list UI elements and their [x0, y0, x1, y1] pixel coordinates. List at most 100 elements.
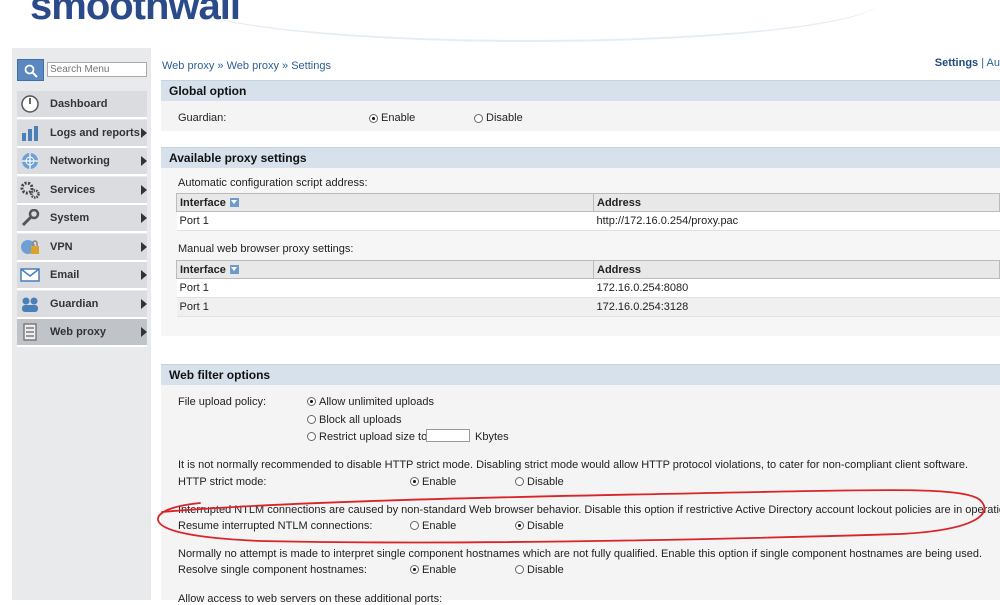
- cell-address: http://172.16.0.254/proxy.pac: [593, 211, 1000, 231]
- nav-item-networking[interactable]: Networking: [17, 148, 147, 176]
- services-icon: [20, 181, 40, 199]
- chevron-right-icon: [141, 185, 147, 195]
- guardian-enable-radio[interactable]: [369, 114, 378, 123]
- breadcrumb[interactable]: Web proxy » Web proxy » Settings: [162, 60, 331, 72]
- section-title: Web filter options: [169, 368, 271, 382]
- section-title: Global option: [169, 84, 247, 98]
- guardian-enable-label: Enable: [381, 112, 416, 124]
- cell-interface: Port 1: [176, 211, 594, 231]
- single-hostname-note: Normally no attempt is made to interpret…: [178, 548, 983, 560]
- nav-item-logs[interactable]: Logs and reports: [17, 120, 147, 148]
- strict-enable-label: Enable: [422, 476, 457, 488]
- manual-proxy-label: Manual web browser proxy settings:: [178, 243, 354, 255]
- upload-allow-radio[interactable]: [307, 397, 316, 406]
- sort-icon: [229, 198, 239, 208]
- guardian-disable-label: Disable: [486, 112, 523, 124]
- guardian-icon: [22, 297, 38, 312]
- ntlm-disable-label: Disable: [527, 520, 564, 532]
- upload-size-input[interactable]: [426, 429, 470, 442]
- cell-address: 172.16.0.254:8080: [593, 278, 1000, 298]
- nav-item-email[interactable]: Email: [17, 262, 147, 290]
- email-icon: [20, 268, 40, 282]
- chevron-right-icon: [141, 213, 147, 223]
- strict-enable-radio[interactable]: [410, 477, 419, 486]
- logs-icon: [22, 126, 38, 141]
- upload-block-label: Block all uploads: [319, 414, 402, 426]
- strict-disable-radio[interactable]: [515, 477, 524, 486]
- manual-proxy-table: Interface Address Port 1 172.16.0.254:80…: [176, 260, 1000, 317]
- ntlm-disable-radio[interactable]: [515, 521, 524, 530]
- nav-label: Logs and reports: [50, 127, 140, 139]
- nav-label: VPN: [50, 241, 73, 253]
- auto-config-label: Automatic configuration script address:: [178, 177, 368, 189]
- page-tabs: Settings | Au: [935, 57, 1000, 69]
- cell-address: 172.16.0.254:3128: [593, 297, 1000, 317]
- guardian-label: Guardian:: [178, 112, 227, 124]
- strict-disable-label: Disable: [527, 476, 564, 488]
- chevron-right-icon: [141, 242, 147, 252]
- section-body-global: [161, 101, 1000, 131]
- table-row: Port 1 http://172.16.0.254/proxy.pac: [176, 211, 1000, 231]
- nav-label: Networking: [50, 155, 110, 167]
- single-hostname-label: Resolve single component hostnames:: [178, 564, 367, 576]
- col-interface[interactable]: Interface: [176, 193, 594, 212]
- dashboard-icon: [21, 95, 39, 113]
- single-disable-radio[interactable]: [515, 565, 524, 574]
- single-disable-label: Disable: [527, 564, 564, 576]
- nav-item-services[interactable]: Services: [17, 177, 147, 205]
- chevron-right-icon: [141, 270, 147, 280]
- nav-item-web-proxy[interactable]: Web proxy: [17, 319, 147, 347]
- single-enable-label: Enable: [422, 564, 457, 576]
- nav-item-system[interactable]: System: [17, 205, 147, 233]
- nav-item-guardian[interactable]: Guardian: [17, 291, 147, 319]
- cell-interface: Port 1: [176, 297, 594, 317]
- header: smoothwall: [0, 0, 1000, 48]
- strict-mode-label: HTTP strict mode:: [178, 476, 267, 488]
- section-header-global: Global option: [161, 80, 1000, 101]
- chevron-right-icon: [141, 327, 147, 337]
- table-row: Port 1 172.16.0.254:8080: [176, 278, 1000, 298]
- chevron-right-icon: [141, 299, 147, 309]
- section-header-filter: Web filter options: [161, 364, 1000, 385]
- single-enable-radio[interactable]: [410, 565, 419, 574]
- vpn-icon: [21, 240, 39, 254]
- system-icon: [21, 209, 40, 227]
- tab-next[interactable]: | Au: [981, 57, 1000, 69]
- ntlm-enable-label: Enable: [422, 520, 457, 532]
- col-address[interactable]: Address: [593, 193, 1000, 212]
- ntlm-note: Interrupted NTLM connections are caused …: [178, 504, 1000, 516]
- strict-mode-note: It is not normally recommended to disabl…: [178, 459, 969, 471]
- upload-restrict-radio[interactable]: [307, 432, 316, 441]
- tab-settings[interactable]: Settings: [935, 57, 978, 69]
- network-icon: [22, 153, 38, 169]
- search-icon: [24, 64, 38, 78]
- search-input[interactable]: [47, 62, 147, 77]
- upload-restrict-label: Restrict upload size to: [319, 431, 428, 443]
- nav-item-dashboard[interactable]: Dashboard: [17, 91, 147, 119]
- nav-label: Email: [50, 269, 80, 281]
- col-interface[interactable]: Interface: [176, 260, 594, 279]
- nav-label: System: [50, 212, 90, 224]
- nav-label: Dashboard: [50, 98, 108, 110]
- section-header-proxy: Available proxy settings: [161, 147, 1000, 168]
- search-button[interactable]: [17, 59, 44, 81]
- cell-interface: Port 1: [176, 278, 594, 298]
- nav-label: Web proxy: [50, 326, 107, 338]
- ntlm-label: Resume interrupted NTLM connections:: [178, 520, 373, 532]
- header-swoosh: [180, 0, 880, 42]
- guardian-disable-radio[interactable]: [474, 114, 483, 123]
- nav-label: Services: [50, 184, 96, 196]
- nav-item-vpn[interactable]: VPN: [17, 234, 147, 262]
- table-row: Port 1 172.16.0.254:3128: [176, 297, 1000, 317]
- nav-label: Guardian: [50, 298, 99, 310]
- search-menu: [17, 59, 147, 81]
- upload-policy-label: File upload policy:: [178, 396, 267, 408]
- webproxy-icon: [23, 323, 37, 341]
- ntlm-enable-radio[interactable]: [410, 521, 419, 530]
- col-address[interactable]: Address: [593, 260, 1000, 279]
- upload-block-radio[interactable]: [307, 415, 316, 424]
- section-title: Available proxy settings: [169, 151, 307, 165]
- upload-allow-label: Allow unlimited uploads: [319, 396, 434, 408]
- kbytes-label: Kbytes: [475, 431, 509, 443]
- auto-config-table: Interface Address Port 1 http://172.16.0…: [176, 193, 1000, 231]
